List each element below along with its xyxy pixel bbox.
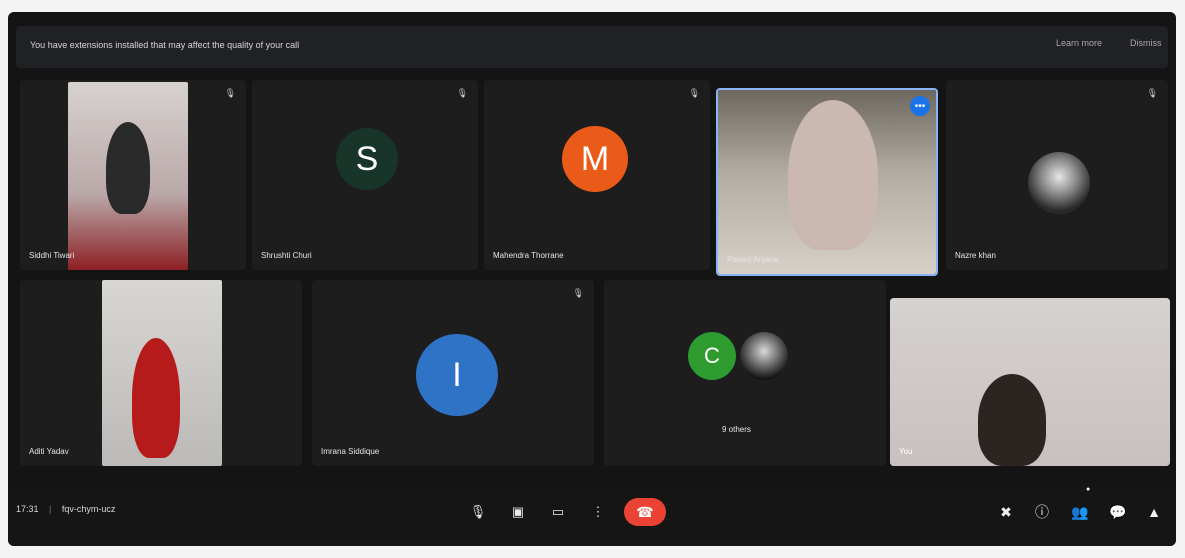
- participant-tile-imrana[interactable]: I 🎙 Imrana Siddique: [312, 280, 594, 466]
- bottom-bar: 17:31 | fqv-chym-ucz 🎙 ▣ ▭ ⋮ ☎ ✖ ⓘ ● 👥 💬…: [8, 484, 1176, 546]
- avatar-photo: [740, 332, 788, 380]
- mic-muted-icon: 🎙: [688, 88, 700, 98]
- mute-icon: ✖: [1000, 503, 1012, 520]
- avatar-imrana: I: [416, 334, 498, 416]
- present-button[interactable]: ▭: [546, 500, 570, 524]
- meeting-meta: 17:31 | fqv-chym-ucz: [16, 504, 115, 514]
- self-label: You: [899, 447, 913, 456]
- more-options-button[interactable]: ⋮: [586, 500, 610, 524]
- participant-name: Mahendra Thorrane: [493, 251, 564, 260]
- mic-muted-icon: 🎙: [224, 88, 236, 98]
- extension-warning-banner: You have extensions installed that may a…: [16, 26, 1168, 68]
- avatar-nazre: [1028, 152, 1090, 214]
- learn-more-link[interactable]: Learn more: [1056, 38, 1102, 48]
- participant-tile-mahendra[interactable]: M 🎙 Mahendra Thorrane: [484, 80, 710, 270]
- participant-name: Pavani Anjana: [727, 255, 779, 264]
- participant-name: Aditi Yadav: [29, 447, 69, 456]
- mic-icon: 🎙: [469, 504, 487, 519]
- speaking-dots-icon: •••: [910, 96, 930, 116]
- mic-muted-icon: 🎙: [572, 288, 584, 298]
- participant-figure: [788, 100, 878, 250]
- activities-icon: ▲: [1147, 504, 1161, 520]
- self-tile[interactable]: You: [890, 298, 1170, 466]
- participant-tile-nazre[interactable]: 🎙 Nazre khan: [946, 80, 1168, 270]
- avatar-mahendra: M: [562, 126, 628, 192]
- participant-tile-siddhi[interactable]: 🎙 Siddhi Tiwari: [20, 80, 246, 270]
- self-figure: [978, 374, 1046, 466]
- meeting-code: fqv-chym-ucz: [61, 504, 116, 514]
- participant-name: Siddhi Tiwari: [29, 251, 75, 260]
- avatar-shrushti: S: [336, 128, 398, 190]
- people-button[interactable]: 👥: [1068, 500, 1092, 524]
- participant-name: Imrana Siddique: [321, 447, 380, 456]
- participant-tile-aditi[interactable]: Aditi Yadav: [20, 280, 302, 466]
- people-icon: 👥: [1071, 503, 1089, 520]
- end-call-button[interactable]: ☎: [624, 498, 666, 526]
- participant-tile-shrushti[interactable]: S 🎙 Shrushti Churi: [252, 80, 478, 270]
- mic-button[interactable]: 🎙: [466, 500, 490, 524]
- dismiss-button[interactable]: Dismiss: [1130, 38, 1162, 48]
- participant-figure: [106, 122, 150, 214]
- participant-name: Nazre khan: [955, 251, 996, 260]
- others-tile[interactable]: C 9 others: [604, 280, 886, 466]
- mic-muted-icon: 🎙: [1146, 88, 1158, 98]
- camera-icon: ▣: [511, 504, 525, 519]
- banner-message: You have extensions installed that may a…: [30, 40, 300, 50]
- separator: |: [49, 504, 52, 514]
- info-icon: ⓘ: [1035, 504, 1049, 520]
- participant-tile-pavani[interactable]: ••• Pavani Anjana: [716, 88, 938, 276]
- participant-figure: [132, 338, 180, 458]
- more-icon: ⋮: [591, 504, 605, 519]
- chat-button[interactable]: 💬: [1106, 500, 1130, 524]
- end-call-icon: ☎: [636, 503, 654, 520]
- participant-name: Shrushti Churi: [261, 251, 312, 260]
- activities-button[interactable]: ▲: [1142, 500, 1166, 524]
- time-text: 17:31: [16, 504, 39, 514]
- present-icon: ▭: [551, 504, 565, 519]
- others-count: 9 others: [722, 425, 751, 434]
- avatar-others: C: [688, 332, 736, 380]
- info-button[interactable]: ⓘ: [1030, 500, 1054, 524]
- people-count-badge: ●: [1086, 486, 1091, 493]
- camera-button[interactable]: ▣: [506, 500, 530, 524]
- meet-screen: You have extensions installed that may a…: [8, 12, 1176, 546]
- mute-status-button[interactable]: ✖: [994, 500, 1018, 524]
- mic-muted-icon: 🎙: [456, 88, 468, 98]
- chat-icon: 💬: [1109, 503, 1127, 520]
